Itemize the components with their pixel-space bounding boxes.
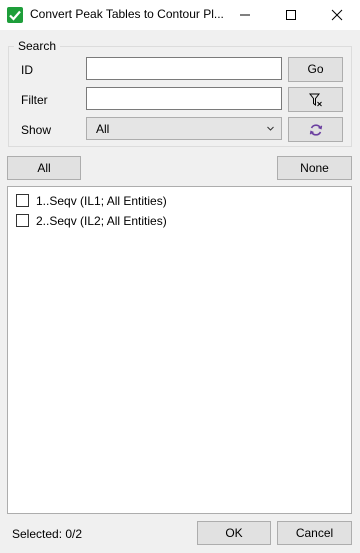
ok-button[interactable]: OK — [197, 521, 271, 545]
close-icon — [331, 9, 343, 21]
item-checkbox[interactable] — [16, 214, 29, 227]
selection-status: Selected: 0/2 — [12, 527, 83, 541]
select-all-button[interactable]: All — [7, 156, 81, 180]
show-label: Show — [21, 123, 52, 137]
title-bar[interactable]: Convert Peak Tables to Contour Pl... — [0, 0, 360, 30]
show-dropdown[interactable]: All — [86, 117, 282, 140]
refresh-icon — [309, 124, 323, 136]
dialog-window: Convert Peak Tables to Contour Pl... Sea… — [0, 0, 360, 553]
chevron-down-icon — [267, 126, 274, 131]
filter-label: Filter — [21, 93, 48, 107]
go-button[interactable]: Go — [288, 57, 343, 82]
maximize-icon — [286, 10, 296, 20]
refresh-button[interactable] — [288, 117, 343, 142]
list-item-label: 2..Seqv (IL2; All Entities) — [36, 214, 167, 228]
minimize-icon — [240, 14, 250, 16]
show-dropdown-value: All — [96, 122, 110, 136]
peak-table-list[interactable]: 1..Seqv (IL1; All Entities) 2..Seqv (IL2… — [7, 186, 352, 514]
maximize-button[interactable] — [268, 0, 314, 30]
list-item[interactable]: 2..Seqv (IL2; All Entities) — [16, 212, 336, 230]
close-button[interactable] — [314, 0, 360, 30]
app-checkmark-icon — [7, 7, 23, 23]
list-item[interactable]: 1..Seqv (IL1; All Entities) — [16, 192, 336, 210]
cancel-button[interactable]: Cancel — [277, 521, 352, 545]
window-title: Convert Peak Tables to Contour Pl... — [30, 7, 224, 21]
search-group-label: Search — [14, 39, 61, 53]
item-checkbox[interactable] — [16, 194, 29, 207]
id-label: ID — [21, 63, 33, 77]
minimize-button[interactable] — [222, 0, 268, 30]
clear-filter-button[interactable] — [288, 87, 343, 112]
id-input[interactable] — [86, 57, 282, 80]
filter-input[interactable] — [86, 87, 282, 110]
filter-clear-icon — [309, 93, 322, 107]
list-item-label: 1..Seqv (IL1; All Entities) — [36, 194, 167, 208]
select-none-button[interactable]: None — [277, 156, 352, 180]
